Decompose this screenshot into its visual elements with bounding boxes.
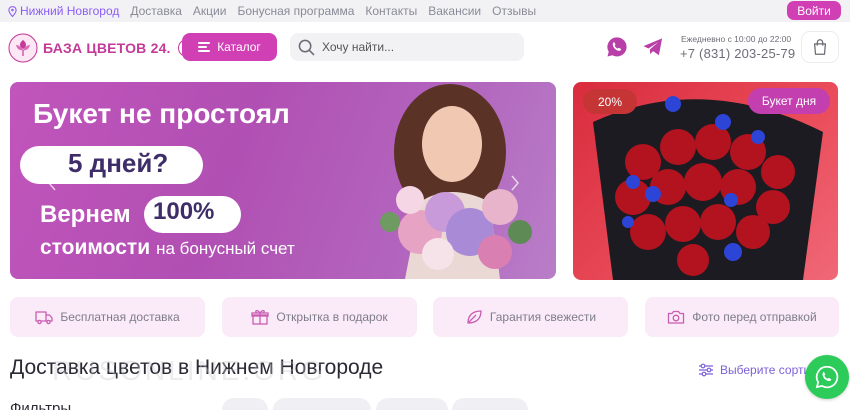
menu-icon — [198, 42, 211, 52]
banner-cost-note: на бонусный счет — [156, 239, 295, 258]
sort-selector[interactable]: Выберите сортир — [698, 363, 817, 377]
location-pin-icon — [8, 5, 17, 17]
city-selector[interactable]: Нижний Новгород — [8, 4, 119, 18]
discount-badge: 20% — [583, 89, 637, 114]
banner-cost: стоимости на бонусный счет — [40, 236, 295, 260]
filter-chip[interactable] — [452, 398, 528, 410]
shopping-bag-icon — [813, 39, 827, 55]
nav-link-delivery[interactable]: Доставка — [130, 4, 182, 18]
benefit-gift-card[interactable]: Открытка в подарок — [222, 297, 417, 337]
top-nav: Нижний Новгород Доставка Акции Бонусная … — [8, 4, 536, 18]
banner-percent: 100% — [153, 198, 215, 225]
telegram-icon[interactable] — [642, 37, 664, 57]
sort-label: Выберите сортир — [720, 363, 817, 377]
whatsapp-icon — [815, 365, 839, 389]
gift-icon — [251, 310, 269, 325]
nav-link-vacancies[interactable]: Вакансии — [428, 4, 481, 18]
nav-link-contacts[interactable]: Контакты — [365, 4, 417, 18]
cart-button[interactable] — [801, 31, 839, 63]
banner-cost-main: стоимости — [40, 236, 151, 259]
chevron-right-icon — [511, 175, 519, 191]
catalog-label: Каталог — [217, 40, 261, 54]
working-hours: Ежедневно с 10:00 до 22:00 — [681, 34, 792, 44]
promo-banner[interactable]: Букет не простоял 5 дней? Вернем 100% ст… — [10, 82, 556, 279]
camera-icon — [668, 310, 685, 324]
leaf-icon — [467, 310, 482, 324]
search-box[interactable] — [290, 33, 524, 61]
nav-link-reviews[interactable]: Отзывы — [492, 4, 536, 18]
login-button[interactable]: Войти — [787, 1, 841, 20]
whatsapp-chat-button[interactable] — [805, 355, 849, 399]
city-name: Нижний Новгород — [20, 4, 120, 18]
logo[interactable]: БАЗА ЦВЕТОВ 24. ру — [8, 33, 202, 63]
nav-link-bonus-program[interactable]: Бонусная программа — [237, 4, 354, 18]
benefit-photo-before-sending[interactable]: Фото перед отправкой — [645, 297, 839, 337]
benefit-label: Фото перед отправкой — [692, 310, 817, 324]
search-input[interactable] — [322, 40, 512, 54]
benefit-freshness[interactable]: Гарантия свежести — [433, 297, 628, 337]
benefit-label: Бесплатная доставка — [60, 310, 180, 324]
sliders-icon — [699, 363, 713, 377]
banner-prev-arrow[interactable] — [47, 175, 57, 191]
search-icon — [298, 39, 315, 55]
bouquet-of-the-day-badge: Букет дня — [748, 88, 830, 114]
nav-link-promotions[interactable]: Акции — [193, 4, 227, 18]
benefit-label: Открытка в подарок — [276, 310, 388, 324]
logo-text: БАЗА ЦВЕТОВ 24. — [43, 40, 171, 56]
banner-woman-bouquet-image — [380, 84, 532, 279]
chevron-left-icon — [48, 175, 56, 191]
watermark-text: RUSONLINE.ORG — [52, 355, 326, 386]
benefit-label: Гарантия свежести — [489, 310, 597, 324]
filter-chip[interactable] — [222, 398, 268, 410]
banner-days: 5 дней? — [68, 148, 169, 178]
catalog-button[interactable]: Каталог — [182, 33, 277, 61]
truck-icon — [35, 311, 53, 325]
filter-chip[interactable] — [273, 398, 371, 410]
filters-heading: Фильтры — [10, 400, 72, 410]
banner-title: Букет не простоял — [33, 98, 290, 129]
whatsapp-icon[interactable] — [606, 36, 628, 58]
benefit-free-delivery[interactable]: Бесплатная доставка — [10, 297, 205, 337]
banner-return: Вернем — [40, 201, 131, 228]
filter-chip[interactable] — [376, 398, 448, 410]
banner-next-arrow[interactable] — [510, 175, 520, 191]
phone-number[interactable]: +7 (831) 203-25-79 — [680, 46, 795, 61]
logo-emblem-icon — [8, 33, 38, 63]
